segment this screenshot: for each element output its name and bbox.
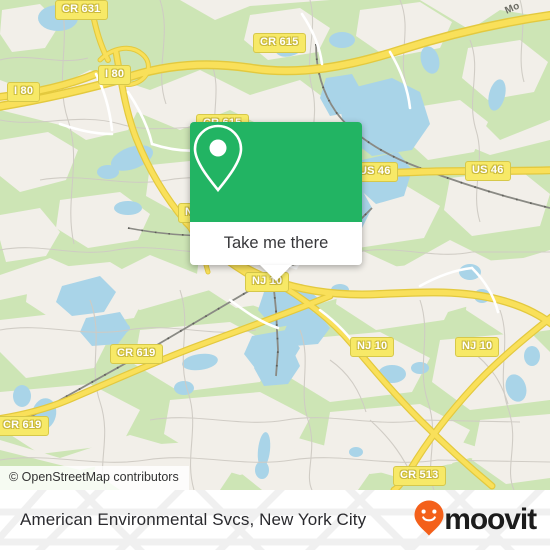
moovit-map-screenshot: CR 631 CR 615 I 80 I 80 CR 615 US 46 US … (0, 0, 550, 550)
take-me-there-button[interactable]: Take me there (190, 222, 362, 281)
popup-tail (260, 265, 292, 281)
location-popup-card[interactable]: Take me there (190, 122, 362, 281)
road-shield: NJ 10 (350, 337, 395, 357)
venue-title: American Environmental Svcs, New York Ci… (20, 510, 367, 529)
popup-header (190, 122, 362, 222)
moovit-smiling-pin-icon (414, 500, 444, 541)
road-shield: CR 513 (393, 466, 446, 486)
road-shield: CR 619 (110, 344, 163, 364)
map-canvas[interactable]: CR 631 CR 615 I 80 I 80 CR 615 US 46 US … (0, 0, 550, 490)
road-shield: NJ 10 (455, 337, 500, 357)
moovit-logo[interactable]: moovit (414, 500, 537, 541)
road-shield: US 46 (465, 161, 511, 181)
road-shield: I 80 (98, 65, 132, 85)
road-shield: CR 615 (253, 33, 306, 53)
moovit-wordmark: moovit (444, 503, 537, 536)
road-shield: CR 631 (55, 0, 108, 20)
osm-attribution[interactable]: © OpenStreetMap contributors (0, 466, 189, 490)
road-shield: I 80 (7, 82, 41, 102)
road-shield: CR 619 (0, 416, 49, 436)
take-me-there-label: Take me there (223, 234, 329, 252)
footer-bar: American Environmental Svcs, New York Ci… (0, 490, 550, 550)
